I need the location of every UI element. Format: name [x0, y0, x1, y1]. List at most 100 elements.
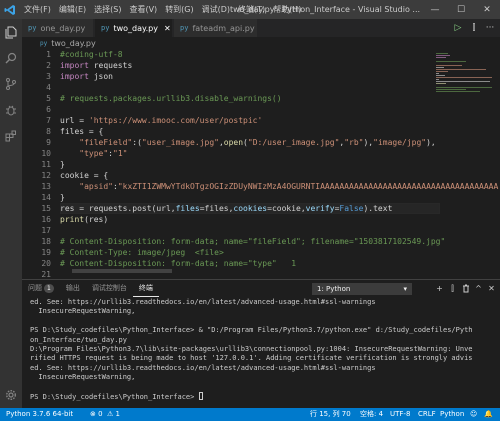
code-text: files = { [60, 126, 103, 137]
encoding[interactable]: UTF-8 [390, 408, 410, 421]
line-number: 14 [41, 193, 51, 202]
tab-debug-console[interactable]: 调试控制台 [86, 280, 133, 297]
tab-problems[interactable]: 问题 1 [22, 280, 60, 297]
line-endings[interactable]: CRLF [418, 408, 436, 421]
line-number: 11 [41, 160, 51, 169]
menu-help[interactable]: 帮助(H) [269, 0, 305, 19]
notifications-icon[interactable]: 🔔 [484, 408, 493, 421]
terminal-text: ed. See: https://urllib3.readthedocs.io/… [30, 363, 376, 372]
terminal-select[interactable]: 1: Python ▾ [312, 283, 412, 295]
minimap-line [436, 53, 448, 54]
horizontal-scroll-thumb[interactable] [72, 269, 172, 273]
extensions-icon[interactable] [0, 125, 22, 147]
minimap-line [436, 81, 490, 82]
editor-tabs: py one_day.py py two_day.py ✕ py fateadm… [22, 19, 500, 37]
menu-file[interactable]: 文件(F) [20, 0, 55, 19]
code-text: # Content-Type: image/jpeg <file> [60, 247, 224, 258]
close-button[interactable]: ✕ [474, 0, 500, 19]
menu-edit[interactable]: 编辑(E) [55, 0, 90, 19]
minimap-line [436, 77, 492, 78]
tab-label: two_day.py [113, 23, 158, 33]
line-number: 7 [46, 116, 51, 125]
kill-terminal-icon[interactable] [459, 280, 472, 297]
line-number: 16 [41, 215, 51, 224]
code-token: res = requests.post(url, [60, 204, 176, 213]
minimize-button[interactable]: — [422, 0, 448, 19]
activity-bar [0, 19, 22, 408]
line-number: 12 [41, 171, 51, 180]
code-text: cookie = { [60, 170, 108, 181]
menu-terminal[interactable]: 终端(T) [234, 0, 269, 19]
line-number: 5 [46, 94, 51, 103]
explorer-icon[interactable] [0, 21, 22, 43]
code-editor[interactable]: 1 #coding-utf-8 2 import requests 3 import js… [22, 49, 500, 279]
code-line: 4 [22, 82, 442, 93]
code-text: print(res) [60, 214, 108, 225]
debug-icon[interactable] [0, 99, 22, 121]
code-token: url = [60, 116, 89, 125]
new-terminal-icon[interactable]: + [433, 280, 446, 297]
breadcrumb-file[interactable]: two_day.py [51, 39, 96, 48]
code-token: "user_image.jpg" [141, 138, 219, 147]
minimap[interactable] [434, 49, 492, 95]
source-control-icon[interactable] [0, 73, 22, 95]
menu-debug[interactable]: 调试(D) [198, 0, 234, 19]
code-token: #coding-utf-8 [60, 50, 123, 59]
code-token: False [339, 204, 364, 213]
menu-go[interactable]: 转到(G) [161, 0, 197, 19]
split-terminal-icon[interactable]: ⫿ [446, 280, 459, 297]
python-file-icon: py [180, 24, 189, 32]
code-token: import [60, 61, 89, 70]
language-mode[interactable]: Python [440, 408, 464, 421]
code-token: cookies [233, 204, 268, 213]
minimap-line [436, 61, 466, 62]
close-panel-icon[interactable]: ✕ [485, 280, 498, 297]
problems-indicator[interactable]: ⊗ 0 ⚠ 1 [90, 408, 120, 421]
title-bar: 文件(F) 编辑(E) 选择(S) 查看(V) 转到(G) 调试(D) 终端(T… [0, 0, 500, 19]
menu-view[interactable]: 查看(V) [125, 0, 161, 19]
line-number: 8 [46, 127, 51, 136]
python-interpreter[interactable]: Python 3.7.6 64-bit [6, 408, 73, 421]
tab-terminal[interactable]: 终端 [132, 280, 159, 297]
maximize-panel-icon[interactable]: ^ [472, 280, 485, 297]
code-line: 18 # Content-Disposition: form-data; name… [22, 236, 445, 247]
code-token: =files, [199, 204, 234, 213]
search-icon[interactable] [0, 47, 22, 69]
editor-scrollbar[interactable] [492, 49, 500, 279]
feedback-icon[interactable]: ☺ [470, 408, 477, 421]
close-tab-icon[interactable]: ✕ [164, 24, 171, 33]
code-token: :( [132, 138, 142, 147]
tab-two-day[interactable]: py two_day.py ✕ [95, 19, 173, 37]
settings-icon[interactable] [0, 384, 22, 406]
code-token: # Content-Type: image/jpeg <file> [60, 248, 224, 257]
code-line: 1 #coding-utf-8 [22, 49, 442, 60]
tab-label: one_day.py [40, 23, 86, 33]
tab-fateadm-api[interactable]: py fateadm_api.py [174, 19, 258, 37]
split-editor-icon[interactable]: ⫿ [466, 19, 482, 37]
indentation[interactable]: 空格: 4 [360, 408, 383, 421]
code-token: json [88, 72, 113, 81]
tab-output[interactable]: 输出 [60, 280, 86, 297]
window-controls: — ☐ ✕ [422, 0, 500, 19]
code-text: url = 'https://www.imooc.com/user/postpi… [60, 115, 262, 126]
run-icon[interactable]: ▷ [450, 19, 466, 37]
terminal-text: D:\Program Files\Python3.7\lib\site-pack… [30, 345, 473, 353]
code-line: 19 # Content-Type: image/jpeg <file> [22, 247, 442, 258]
python-file-icon: py [101, 24, 110, 32]
chevron-down-icon: ▾ [403, 285, 407, 293]
terminal-output[interactable]: ed. See: https://urllib3.readthedocs.io/… [30, 298, 492, 408]
code-token: print [60, 215, 85, 224]
code-line: 13 "apsid":"kxZTI1ZWMwYTdkOTgzOGIzZDUyNW… [22, 181, 498, 192]
line-number: 9 [46, 138, 51, 147]
code-token: ), [426, 138, 436, 147]
code-token: # Content-Disposition: form-data; name="… [60, 259, 297, 268]
more-actions-icon[interactable]: ··· [482, 19, 498, 37]
code-line: 20 # Content-Disposition: form-data; name… [22, 258, 442, 269]
cursor-position[interactable]: 行 15, 列 70 [310, 408, 351, 421]
menu-selection[interactable]: 选择(S) [90, 0, 125, 19]
code-line: 6 [22, 104, 442, 115]
maximize-button[interactable]: ☐ [448, 0, 474, 19]
code-token: "apsid" [79, 182, 113, 191]
tab-one-day[interactable]: py one_day.py [22, 19, 94, 37]
code-token: ), [363, 138, 374, 147]
